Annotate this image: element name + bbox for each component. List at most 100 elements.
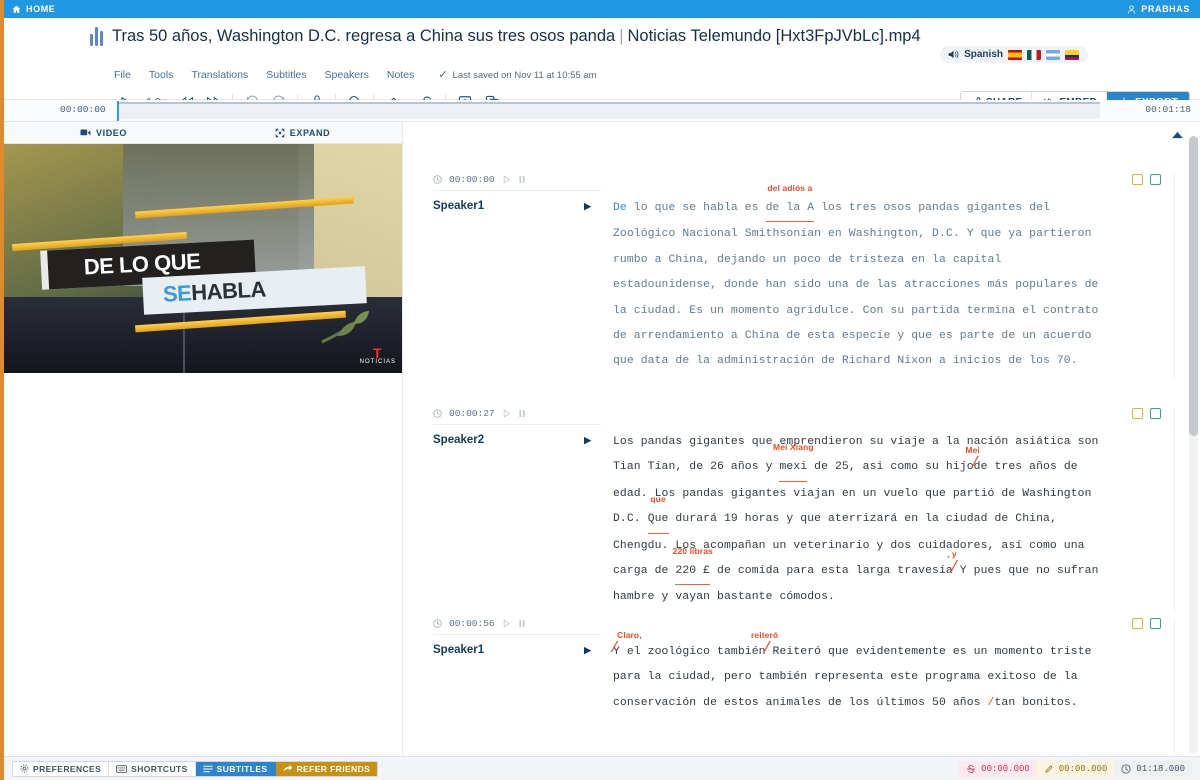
correction-original: 220 £ bbox=[675, 565, 711, 578]
subtitles-label: SUBTITLES bbox=[216, 763, 268, 774]
video-icon bbox=[80, 129, 91, 136]
correction-mark[interactable]: Mei Xiang mexi bbox=[773, 442, 814, 482]
user-menu[interactable]: PRABHAS bbox=[1127, 4, 1190, 14]
segment-text[interactable]: Claro, / Y el zoológico también reiteró / Re… bbox=[610, 630, 1103, 716]
keyboard-icon bbox=[116, 764, 128, 773]
top-navigation-bar: HOME PRABHAS bbox=[0, 0, 1200, 18]
comment-icon[interactable] bbox=[1150, 408, 1161, 419]
clock-icon bbox=[433, 175, 442, 184]
segment-text-part: Y el zoológico también bbox=[613, 646, 766, 658]
timeline-bar[interactable]: 00:00:00 00:01:18 bbox=[4, 100, 1200, 122]
chevron-right-icon[interactable]: ▶ bbox=[584, 201, 591, 212]
chevron-right-icon[interactable]: ▶ bbox=[584, 645, 591, 656]
play-icon[interactable] bbox=[502, 175, 511, 184]
comment-icon[interactable] bbox=[1150, 618, 1161, 629]
video-panel-tabs: VIDEO EXPAND bbox=[4, 122, 402, 144]
segment-icon-group bbox=[1132, 174, 1161, 185]
tab-video-label: VIDEO bbox=[95, 127, 127, 138]
segment-meta: 00:00:27 Speaker2 ▶ bbox=[433, 408, 601, 446]
note-icon[interactable] bbox=[1132, 618, 1143, 629]
segment-text[interactable]: De lo que se habla es del adiós a de la A… bbox=[613, 183, 1106, 375]
clock-icon bbox=[433, 619, 442, 628]
play-icon[interactable] bbox=[502, 619, 511, 628]
segment-speaker[interactable]: Speaker1 ▶ bbox=[433, 644, 601, 656]
tab-video[interactable]: VIDEO bbox=[4, 122, 203, 143]
correction-original: de la A bbox=[765, 202, 815, 214]
note-icon[interactable] bbox=[1132, 408, 1143, 419]
timeline-playhead[interactable] bbox=[117, 101, 119, 121]
pause-icon[interactable] bbox=[518, 409, 526, 418]
segment-speaker-label: Speaker1 bbox=[433, 644, 485, 656]
note-icon[interactable] bbox=[1132, 174, 1143, 185]
segment-rule bbox=[1174, 618, 1175, 756]
menu-item-speakers[interactable]: Speakers bbox=[325, 69, 369, 81]
flag-argentina-icon bbox=[1046, 49, 1060, 60]
pause-icon[interactable] bbox=[518, 619, 526, 628]
segment-text-part: de 25, asi como su hijo bbox=[807, 461, 974, 474]
speaker-icon bbox=[948, 50, 959, 59]
refer-friends-button[interactable]: REFER FRIENDS bbox=[275, 761, 378, 776]
home-button[interactable]: HOME bbox=[12, 4, 55, 14]
save-status-label: Last saved on Nov 11 at 10:55 am bbox=[452, 69, 597, 81]
correction-mark[interactable]: 220 libras 220 £ bbox=[673, 546, 713, 586]
segment-timestamp: 00:00:00 bbox=[449, 174, 495, 185]
clock-icon bbox=[1121, 763, 1131, 774]
channel-name: NOTICIAS bbox=[359, 359, 396, 365]
menu-item-translations[interactable]: Translations bbox=[191, 69, 248, 81]
shortcuts-button[interactable]: SHORTCUTS bbox=[109, 761, 196, 776]
video-player[interactable]: DE LO QUE SE HABLA T NOTICIAS bbox=[4, 144, 402, 373]
timeline-track[interactable] bbox=[117, 102, 1100, 119]
tab-expand[interactable]: EXPAND bbox=[203, 122, 402, 143]
refer-friends-label: REFER FRIENDS bbox=[296, 763, 371, 774]
segment-meta: 00:00:00 Speaker1 ▶ bbox=[433, 174, 601, 212]
menu-item-notes[interactable]: Notes bbox=[387, 69, 414, 81]
pause-icon[interactable] bbox=[518, 175, 526, 184]
preferences-label: PREFERENCES bbox=[33, 763, 102, 774]
home-icon bbox=[12, 5, 21, 13]
comment-icon[interactable] bbox=[1150, 174, 1161, 185]
channel-logo: T NOTICIAS bbox=[359, 345, 396, 365]
timeline-start-time: 00:00:00 bbox=[60, 104, 106, 115]
video-overlay-line2-b: HABLA bbox=[190, 276, 267, 306]
correction-mark[interactable]: que Que bbox=[647, 494, 669, 534]
segment-text-part: los tres osos pandas gigantes del Zoológ… bbox=[613, 202, 1106, 368]
preferences-button[interactable]: PREFERENCES bbox=[13, 761, 110, 776]
flag-mexico-icon bbox=[1027, 49, 1041, 60]
plant-decoration-icon bbox=[321, 310, 370, 343]
menu-item-subtitles[interactable]: Subtitles bbox=[266, 69, 306, 81]
flag-colombia-icon bbox=[1065, 49, 1079, 60]
play-icon[interactable] bbox=[502, 409, 511, 418]
segment-rule bbox=[1174, 408, 1175, 613]
insertion-caret-icon: / bbox=[949, 559, 959, 577]
segment-time-row: 00:00:00 bbox=[433, 174, 601, 191]
waveform-icon bbox=[90, 26, 103, 46]
language-badge[interactable]: Spanish bbox=[940, 46, 1088, 63]
segment-timestamp: 00:00:27 bbox=[449, 408, 495, 419]
home-label: HOME bbox=[26, 4, 56, 14]
timeline-end-time: 00:01:18 bbox=[1145, 104, 1191, 115]
pen-timer-value: 00:00.000 bbox=[1058, 763, 1108, 774]
subtitles-button[interactable]: SUBTITLES bbox=[195, 761, 276, 776]
segment-text-part: de comida para esta larga travesía bbox=[710, 565, 953, 578]
menu-item-file[interactable]: File bbox=[114, 69, 131, 81]
chevron-up-icon bbox=[1172, 131, 1183, 139]
strikethrough-timer-value: 00:00.000 bbox=[981, 763, 1030, 774]
insertion-caret-icon: / bbox=[610, 640, 620, 657]
subtitles-icon bbox=[202, 765, 213, 772]
segment-text[interactable]: Los pandas gigantes que emprendieron su … bbox=[613, 430, 1103, 611]
correction-mark[interactable]: del adiós a de la A bbox=[765, 183, 815, 223]
channel-mark: T bbox=[373, 345, 383, 361]
save-status: ✓ Last saved on Nov 11 at 10:55 am bbox=[438, 69, 597, 81]
collapse-button[interactable] bbox=[1171, 126, 1184, 144]
menu-item-tools[interactable]: Tools bbox=[149, 69, 174, 81]
segment-speaker[interactable]: Speaker2 ▶ bbox=[433, 434, 601, 446]
chevron-right-icon[interactable]: ▶ bbox=[584, 435, 591, 446]
scrollbar-thumb[interactable] bbox=[1189, 136, 1198, 436]
segment-timestamp: 00:00:56 bbox=[449, 618, 495, 629]
title-main: Tras 50 años, Washington D.C. regresa a … bbox=[112, 26, 616, 45]
segment-speaker[interactable]: Speaker1 ▶ bbox=[433, 200, 601, 212]
insertion-caret-icon: / bbox=[762, 640, 772, 657]
share-arrow-icon bbox=[283, 764, 292, 772]
gear-icon bbox=[20, 764, 29, 773]
transcript-panel[interactable]: 00:00:00 Speaker1 ▶ De lo que se habla e… bbox=[402, 122, 1200, 756]
